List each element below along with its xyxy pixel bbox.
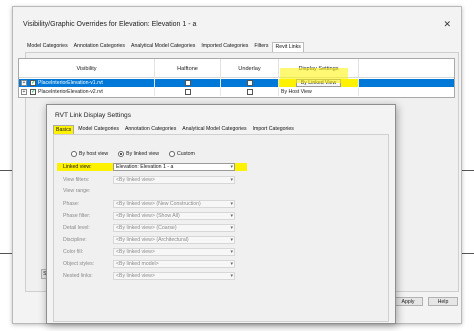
chevron-down-icon: ▾ <box>230 177 233 183</box>
field-label: View filters: <box>63 177 90 183</box>
apply-button[interactable]: Apply <box>393 297 423 306</box>
chevron-down-icon: ▾ <box>230 201 233 207</box>
display-settings-button[interactable]: By Host View <box>281 89 312 95</box>
tab-analytical-model-categories[interactable]: Analytical Model Categories <box>129 42 197 52</box>
field-value: <By linked view> <box>116 177 155 183</box>
tab-basics[interactable]: Basics <box>53 125 75 134</box>
tab-model-categories[interactable]: Model Categories <box>25 42 70 52</box>
view-filters-row: View filters: <By linked view> ▾ <box>57 176 247 184</box>
tab-annotation-categories[interactable]: Annotation Categories <box>123 125 178 134</box>
field-value: <By linked view> <box>116 249 155 255</box>
close-icon[interactable]: ✕ <box>443 19 451 30</box>
link-name: PlaceInteriorElevation-v2.rvt <box>38 89 103 95</box>
tab-analytical-model-categories[interactable]: Analytical Model Categories <box>180 125 248 134</box>
linked-view-select[interactable]: Elevation: Elevation 1 - a ▾ <box>113 163 235 171</box>
radio-button[interactable] <box>118 151 125 157</box>
field-label: Object styles: <box>63 261 95 267</box>
field-value: <By linked view> (Coarse) <box>116 225 177 231</box>
column-header-halftone[interactable]: Halftone <box>155 59 221 78</box>
radio-label: By linked view <box>126 151 159 157</box>
object-styles-select[interactable]: <By linked model> ▾ <box>113 260 235 268</box>
radio-button[interactable] <box>71 151 77 157</box>
field-value: <By linked model> <box>116 261 159 267</box>
link-name: PlaceInteriorElevation-v1.rvt <box>38 80 103 86</box>
dialog-title: RVT Link Display Settings <box>55 112 131 119</box>
tab-revit-links[interactable]: Revit Links <box>272 42 304 52</box>
tab-import-categories[interactable]: Import Categories <box>251 125 296 134</box>
field-label: Phase filter: <box>63 213 91 219</box>
object-styles-row: Object styles: <By linked model> ▾ <box>57 260 247 268</box>
field-value: <By linked view> <box>116 273 155 279</box>
color-fill-row: Color fill: <By linked view> ▾ <box>57 248 247 256</box>
rvt-link-display-settings-dialog: RVT Link Display Settings Basics Model C… <box>46 104 396 324</box>
tab-imported-categories[interactable]: Imported Categories <box>199 42 250 52</box>
table-row[interactable]: + ✓ PlaceInteriorElevation-v1.rvt By Lin… <box>19 79 454 87</box>
visibility-checkbox[interactable]: ✓ <box>30 89 36 95</box>
discipline-row: Discipline: <By linked view> (Architectu… <box>57 236 247 244</box>
discipline-select[interactable]: <By linked view> (Architectural) ▾ <box>113 236 235 244</box>
outer-tabs: Model Categories Annotation Categories A… <box>25 42 306 52</box>
inner-tabs: Basics Model Categories Annotation Categ… <box>53 125 298 134</box>
dialog-title: Visibility/Graphic Overrides for Elevati… <box>23 21 197 28</box>
radio-by-linked-view[interactable]: By linked view <box>118 151 159 157</box>
radio-label: By host view <box>79 151 109 157</box>
display-mode-radio-group: By host view By linked view Custom <box>71 151 205 157</box>
field-label: Color fill: <box>63 249 84 255</box>
tab-filters[interactable]: Filters <box>252 42 270 52</box>
radio-button[interactable] <box>169 151 175 157</box>
background-line <box>460 170 474 171</box>
view-filters-select[interactable]: <By linked view> ▾ <box>113 176 235 184</box>
by-linked-view-highlight <box>280 68 348 83</box>
visibility-checkbox[interactable]: ✓ <box>30 80 36 86</box>
tab-model-categories[interactable]: Model Categories <box>76 125 121 134</box>
halftone-checkbox[interactable] <box>184 80 191 86</box>
view-range-row: View range: <box>57 187 247 195</box>
radio-label: Custom <box>177 151 195 157</box>
halftone-checkbox[interactable] <box>184 89 191 95</box>
revit-links-table: Visibility Halftone Underlay Display Set… <box>18 58 455 98</box>
chevron-down-icon: ▾ <box>230 237 233 243</box>
radio-custom[interactable]: Custom <box>169 151 195 157</box>
column-header-underlay[interactable]: Underlay <box>221 59 279 78</box>
expand-icon[interactable]: + <box>21 80 27 86</box>
underlay-checkbox[interactable] <box>246 89 253 95</box>
chevron-down-icon: ▾ <box>230 213 233 219</box>
chevron-down-icon: ▾ <box>230 249 233 255</box>
table-row[interactable]: + ✓ PlaceInteriorElevation-v2.rvt By Hos… <box>19 88 454 96</box>
column-header-empty <box>359 59 454 78</box>
color-fill-select[interactable]: <By linked view> ▾ <box>113 248 235 256</box>
table-header: Visibility Halftone Underlay Display Set… <box>19 59 454 78</box>
field-label: Detail level: <box>63 225 90 231</box>
detail-level-row: Detail level: <By linked view> (Coarse) … <box>57 224 247 232</box>
background-line <box>460 253 474 254</box>
field-value: Elevation: Elevation 1 - a <box>116 164 174 170</box>
linked-view-row: Linked view: Elevation: Elevation 1 - a … <box>57 163 247 171</box>
field-value: <By linked view> (Architectural) <box>116 237 189 243</box>
field-value: <By linked view> (Show All) <box>116 213 180 219</box>
nested-links-select[interactable]: <By linked view> ▾ <box>113 272 235 280</box>
help-button[interactable]: Help <box>428 297 458 306</box>
phase-select[interactable]: <By linked view> (New Construction) ▾ <box>113 200 235 208</box>
expand-icon[interactable]: + <box>21 89 27 95</box>
chevron-down-icon: ▾ <box>230 225 233 231</box>
chevron-down-icon: ▾ <box>230 164 233 170</box>
field-label: View range: <box>63 188 91 194</box>
radio-by-host-view[interactable]: By host view <box>71 151 108 157</box>
phase-filter-select[interactable]: <By linked view> (Show All) ▾ <box>113 212 235 220</box>
phase-row: Phase: <By linked view> (New Constructio… <box>57 200 247 208</box>
field-label: Linked view: <box>63 164 92 170</box>
field-label: Phase: <box>63 201 80 207</box>
chevron-down-icon: ▾ <box>230 261 233 267</box>
chevron-down-icon: ▾ <box>230 273 233 279</box>
detail-level-select[interactable]: <By linked view> (Coarse) ▾ <box>113 224 235 232</box>
underlay-checkbox[interactable] <box>246 80 253 86</box>
phase-filter-row: Phase filter: <By linked view> (Show All… <box>57 212 247 220</box>
field-label: Discipline: <box>63 237 87 243</box>
column-header-visibility[interactable]: Visibility <box>19 59 155 78</box>
field-label: Nested links: <box>63 273 93 279</box>
field-value: <By linked view> (New Construction) <box>116 201 201 207</box>
nested-links-row: Nested links: <By linked view> ▾ <box>57 272 247 280</box>
tab-annotation-categories[interactable]: Annotation Categories <box>72 42 127 52</box>
